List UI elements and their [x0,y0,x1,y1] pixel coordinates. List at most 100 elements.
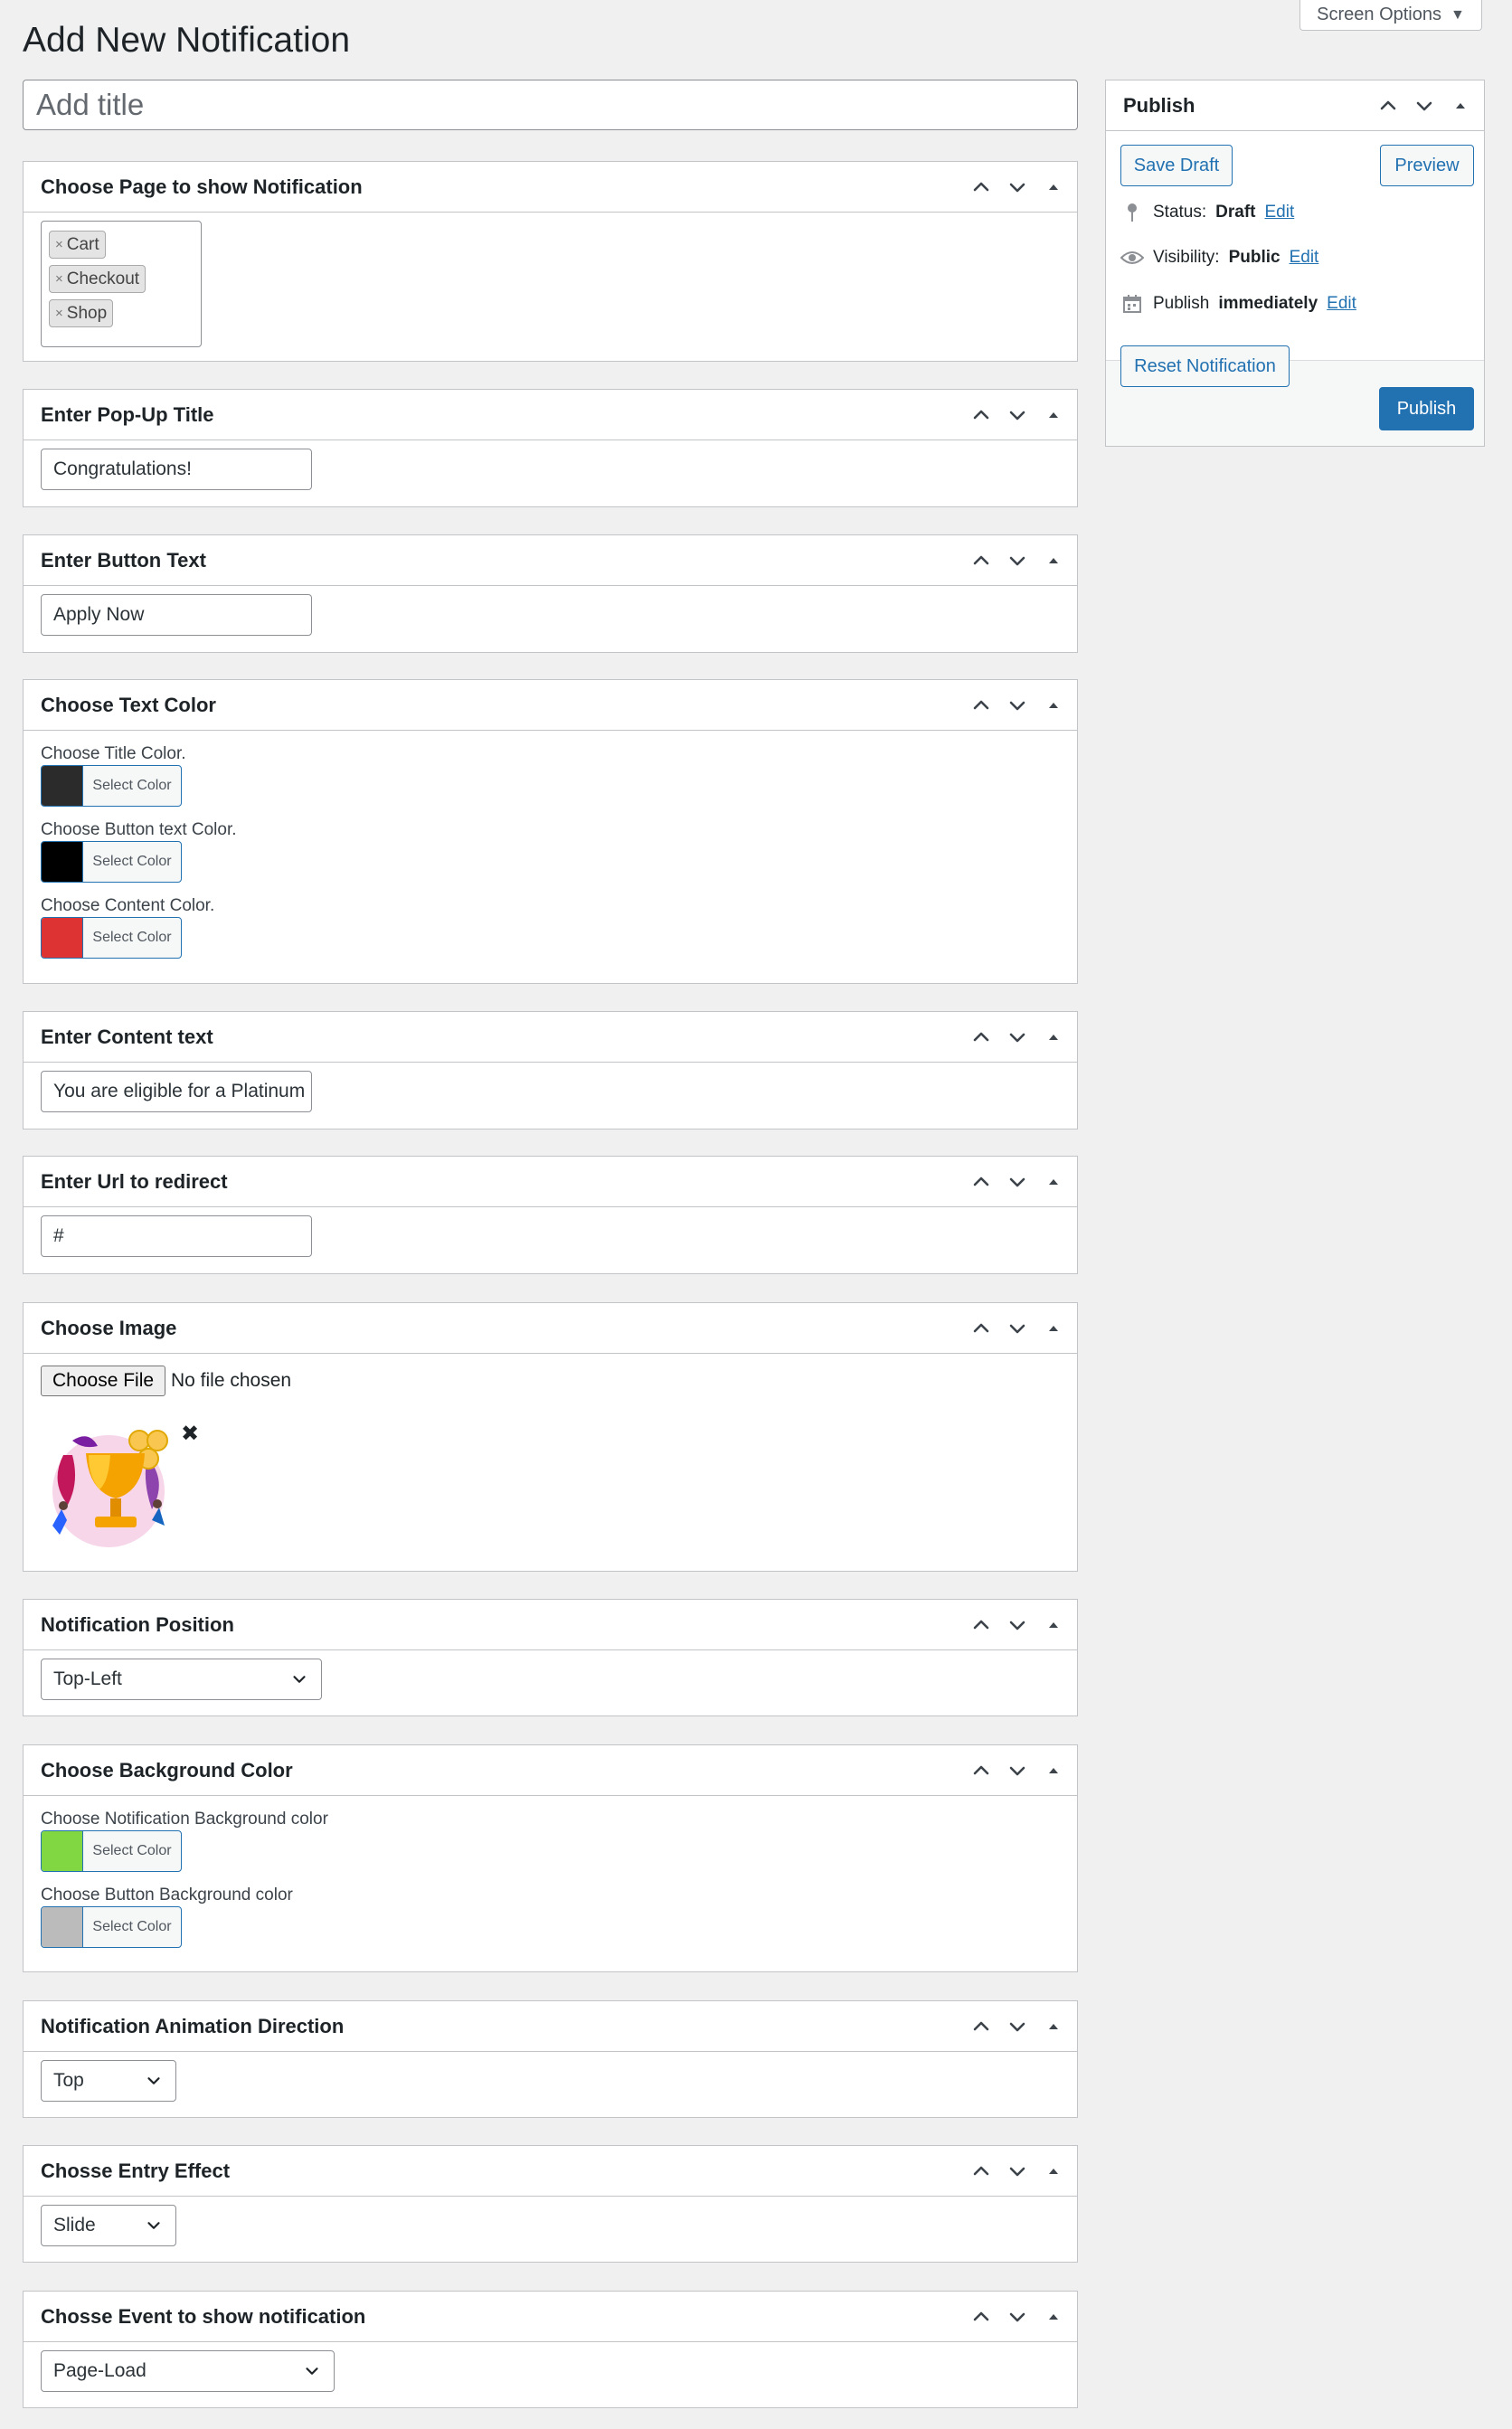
tag-remove-icon[interactable]: × [55,237,63,252]
move-down-icon[interactable] [1006,1318,1028,1339]
notification-bg-color-label: Choose Notification Background color [41,1810,328,1829]
toggle-panel-icon[interactable] [1043,1026,1064,1048]
edit-publish-time-link[interactable]: Edit [1327,294,1356,314]
move-up-icon[interactable] [970,1318,992,1339]
remove-image-icon[interactable]: ✖ [181,1421,199,1447]
toggle-panel-icon[interactable] [1043,176,1064,198]
metabox-header[interactable]: Enter Pop-Up Title [24,390,1077,440]
move-down-icon[interactable] [1006,404,1028,426]
move-up-icon[interactable] [970,2160,992,2182]
move-down-icon[interactable] [1006,176,1028,198]
move-down-icon[interactable] [1006,550,1028,572]
move-up-icon[interactable] [970,404,992,426]
page-multiselect[interactable]: × Cart × Checkout × Shop [41,221,202,347]
choose-file-button[interactable]: Choose File [41,1366,166,1396]
move-down-icon[interactable] [1006,2016,1028,2037]
toggle-panel-icon[interactable] [1043,1318,1064,1339]
content-color-picker[interactable]: Select Color [41,917,182,959]
move-up-icon[interactable] [970,1614,992,1636]
metabox-popup-title: Enter Pop-Up Title Congratulations! [23,389,1078,507]
entry-effect-select[interactable]: Slide [41,2205,176,2246]
move-up-icon[interactable] [970,2306,992,2328]
metabox-header[interactable]: Notification Animation Direction [24,2001,1077,2052]
toggle-panel-icon[interactable] [1043,695,1064,716]
move-down-icon[interactable] [1006,695,1028,716]
move-down-icon[interactable] [1006,2160,1028,2182]
metabox-title: Enter Pop-Up Title [41,402,214,426]
save-draft-button[interactable]: Save Draft [1120,145,1233,186]
move-up-icon[interactable] [970,695,992,716]
move-down-icon[interactable] [1413,95,1435,117]
reset-notification-button[interactable]: Reset Notification [1120,345,1290,387]
title-color-label: Choose Title Color. [41,744,186,763]
metabox-background-color: Choose Background Color Choose Notificat… [23,1744,1078,1972]
event-select[interactable]: Page-Load [41,2350,335,2392]
edit-visibility-link[interactable]: Edit [1290,248,1319,268]
metabox-header[interactable]: Chosse Entry Effect [24,2146,1077,2197]
move-up-icon[interactable] [970,550,992,572]
move-down-icon[interactable] [1006,1614,1028,1636]
post-title-input[interactable]: Add title [23,80,1078,130]
metabox-header[interactable]: Notification Position [24,1600,1077,1650]
metabox-header[interactable]: Choose Image [24,1303,1077,1354]
move-up-icon[interactable] [1377,95,1399,117]
toggle-panel-icon[interactable] [1043,2016,1064,2037]
move-up-icon[interactable] [970,1171,992,1193]
toggle-panel-icon[interactable] [1043,1614,1064,1636]
tag-remove-icon[interactable]: × [55,271,63,287]
move-down-icon[interactable] [1006,1760,1028,1782]
metabox-header[interactable]: Enter Button Text [24,535,1077,586]
move-down-icon[interactable] [1006,1026,1028,1048]
toggle-panel-icon[interactable] [1043,2160,1064,2182]
publish-button[interactable]: Publish [1379,387,1474,430]
move-up-icon[interactable] [970,176,992,198]
screen-options-label: Screen Options [1317,5,1441,24]
metabox-header[interactable]: Enter Url to redirect [24,1157,1077,1207]
notification-bg-color-picker[interactable]: Select Color [41,1830,182,1872]
toggle-panel-icon[interactable] [1043,1171,1064,1193]
color-swatch [42,1907,83,1947]
chevron-down-icon [144,2071,164,2091]
move-up-icon[interactable] [970,1026,992,1048]
redirect-url-input[interactable]: # [41,1215,312,1257]
move-down-icon[interactable] [1006,2306,1028,2328]
title-color-picker[interactable]: Select Color [41,765,182,807]
visibility-value: Public [1228,248,1280,267]
move-up-icon[interactable] [970,2016,992,2037]
tag-label: Checkout [66,269,140,288]
status-label: Status: [1153,203,1207,222]
color-swatch [42,1831,83,1871]
metabox-title: Choose Background Color [41,1758,293,1782]
metabox-header[interactable]: Enter Content text [24,1012,1077,1063]
animation-direction-select[interactable]: Top [41,2060,176,2102]
chevron-down-icon [302,2361,322,2381]
button-bg-color-picker[interactable]: Select Color [41,1906,182,1948]
publish-header[interactable]: Publish [1106,80,1484,131]
toggle-panel-icon[interactable] [1043,1760,1064,1782]
button-text-color-picker[interactable]: Select Color [41,841,182,883]
post-title-placeholder: Add title [36,88,145,121]
move-up-icon[interactable] [970,1760,992,1782]
edit-status-link[interactable]: Edit [1265,203,1295,222]
toggle-panel-icon[interactable] [1043,550,1064,572]
metabox-header[interactable]: Choose Page to show Notification [24,162,1077,213]
metabox-header[interactable]: Chosse Event to show notification [24,2292,1077,2342]
toggle-panel-icon[interactable] [1043,404,1064,426]
content-text-input[interactable]: You are eligible for a Platinum [41,1071,312,1112]
preview-button[interactable]: Preview [1380,145,1474,186]
toggle-panel-icon[interactable] [1043,2306,1064,2328]
toggle-panel-icon[interactable] [1450,95,1471,117]
position-select[interactable]: Top-Left [41,1659,322,1700]
move-down-icon[interactable] [1006,1171,1028,1193]
chevron-down-icon [289,1669,309,1689]
button-text-input[interactable]: Apply Now [41,594,312,636]
popup-title-input[interactable]: Congratulations! [41,449,312,490]
metabox-header[interactable]: Choose Background Color [24,1745,1077,1796]
status-value: Draft [1215,203,1256,222]
screen-options-button[interactable]: Screen Options ▼ [1299,0,1482,31]
tag-shop: × Shop [49,299,114,327]
tag-remove-icon[interactable]: × [55,306,63,321]
metabox-header[interactable]: Choose Text Color [24,680,1077,731]
color-swatch [42,842,83,882]
trophy-image [45,1419,181,1555]
